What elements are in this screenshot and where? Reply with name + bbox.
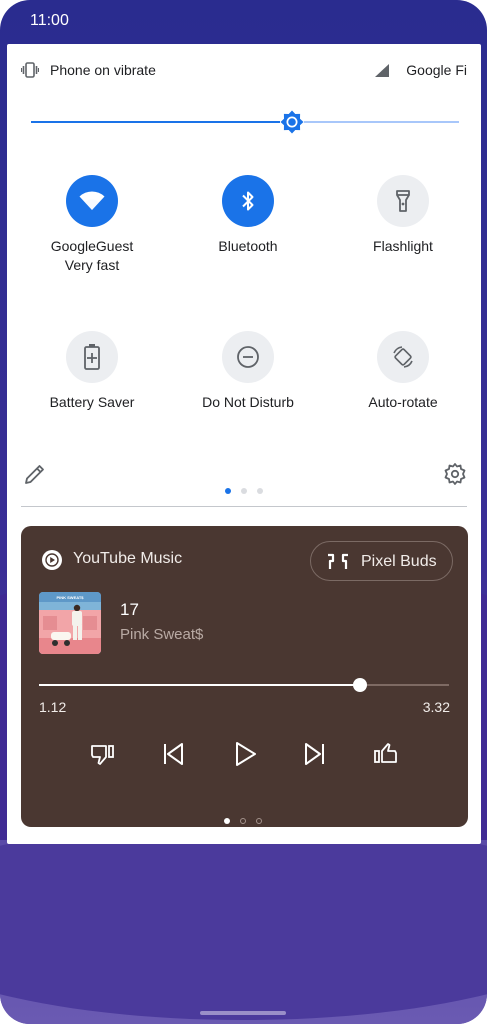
- bluetooth-icon: [242, 191, 254, 211]
- brightness-track-rest: [304, 121, 459, 123]
- album-art-caption: PINK SWEAT$: [56, 595, 84, 600]
- flashlight-icon: [396, 190, 410, 212]
- tile-wifi-circle[interactable]: [66, 175, 118, 227]
- media-page-indicator: [224, 811, 272, 824]
- brightness-track-active: [31, 121, 280, 123]
- tile-bluetooth-label: Bluetooth: [218, 238, 278, 254]
- time-elapsed: 1.12: [39, 699, 67, 715]
- thumbs-up-icon[interactable]: [371, 740, 399, 768]
- media-player-card[interactable]: YouTube Music Pixel Buds PINK SWEAT$ 17 …: [21, 526, 468, 827]
- tile-bluetooth[interactable]: Bluetooth: [173, 175, 323, 256]
- tile-battery-saver[interactable]: Battery Saver: [17, 331, 167, 412]
- page-dot: [225, 488, 231, 494]
- cell-signal-icon: [375, 64, 389, 77]
- settings-gear-icon[interactable]: [443, 462, 467, 486]
- brightness-thumb-icon[interactable]: [280, 110, 304, 134]
- do-not-disturb-icon: [237, 346, 259, 368]
- tile-auto-rotate-label: Auto-rotate: [368, 394, 438, 410]
- shade-header: Phone on vibrate Google Fi: [21, 60, 467, 82]
- media-app-name: YouTube Music: [73, 550, 183, 567]
- media-seekbar[interactable]: [39, 678, 449, 692]
- quick-settings-page-indicator: [225, 481, 273, 494]
- tile-auto-rotate-circle[interactable]: [377, 331, 429, 383]
- tile-battery-saver-circle[interactable]: [66, 331, 118, 383]
- skip-previous-icon[interactable]: [159, 740, 187, 768]
- tile-battery-saver-label: Battery Saver: [49, 394, 135, 410]
- skip-next-icon[interactable]: [301, 740, 329, 768]
- track-artist: Pink Sweat$: [120, 626, 204, 643]
- tile-wifi-sublabel: Very fast: [64, 257, 120, 273]
- tile-do-not-disturb[interactable]: Do Not Disturb: [173, 331, 323, 412]
- tile-flashlight[interactable]: Flashlight: [328, 175, 478, 256]
- tile-flashlight-circle[interactable]: [377, 175, 429, 227]
- seekbar-remaining: [360, 684, 449, 686]
- status-time: 11:00: [30, 12, 69, 29]
- home-gesture-bar[interactable]: [200, 1011, 286, 1015]
- output-device-button[interactable]: Pixel Buds: [310, 541, 453, 581]
- youtube-music-icon: [42, 550, 62, 570]
- tile-do-not-disturb-label: Do Not Disturb: [202, 394, 294, 410]
- wallpaper-bottom-arc: [0, 820, 487, 1020]
- thumbs-down-icon[interactable]: [89, 740, 117, 768]
- tile-do-not-disturb-circle[interactable]: [222, 331, 274, 383]
- wifi-icon: [79, 191, 105, 210]
- album-art: PINK SWEAT$: [39, 592, 101, 654]
- vibrate-icon: [21, 62, 39, 78]
- auto-rotate-icon: [393, 346, 413, 368]
- shade-divider: [21, 506, 467, 507]
- phone-screen: 11:00 Phone on vibrate Google Fi GoogleG…: [0, 0, 487, 1024]
- page-dot: [240, 818, 246, 824]
- earbuds-icon: [328, 553, 348, 569]
- seekbar-thumb[interactable]: [353, 678, 367, 692]
- battery-saver-icon: [84, 344, 100, 370]
- page-dot: [257, 488, 263, 494]
- carrier-name: Google Fi: [406, 62, 467, 78]
- tile-flashlight-label: Flashlight: [373, 238, 433, 254]
- ringer-status: Phone on vibrate: [50, 62, 156, 78]
- page-dot: [256, 818, 262, 824]
- quick-settings-shade: Phone on vibrate Google Fi GoogleGuest V…: [7, 44, 481, 844]
- page-dot: [224, 818, 230, 824]
- track-title: 17: [120, 600, 139, 619]
- page-dot: [241, 488, 247, 494]
- time-total: 3.32: [422, 699, 450, 715]
- edit-pencil-icon[interactable]: [23, 462, 47, 486]
- play-icon[interactable]: [231, 740, 259, 768]
- brightness-slider[interactable]: [31, 110, 459, 134]
- tile-wifi-label: GoogleGuest: [50, 238, 134, 254]
- seekbar-played: [39, 684, 360, 686]
- tile-auto-rotate[interactable]: Auto-rotate: [328, 331, 478, 412]
- tile-bluetooth-circle[interactable]: [222, 175, 274, 227]
- output-device-label: Pixel Buds: [361, 553, 437, 570]
- tile-wifi[interactable]: GoogleGuest Very fast: [17, 175, 167, 275]
